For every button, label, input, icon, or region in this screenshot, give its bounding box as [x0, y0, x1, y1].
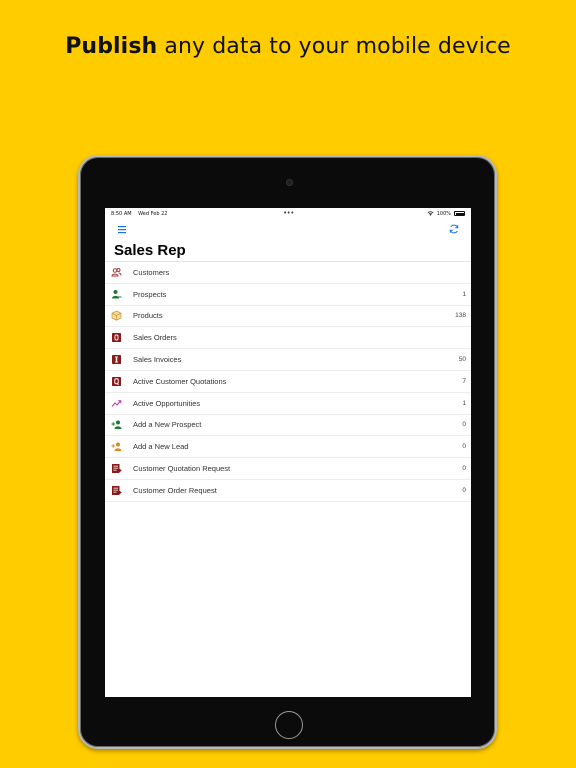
sales-order-icon [111, 332, 122, 343]
list-item-label: Add a New Lead [133, 442, 189, 452]
list-item-products[interactable]: Products 138 [105, 306, 471, 328]
menu-icon[interactable] [117, 225, 127, 234]
list-item-label: Sales Orders [133, 333, 177, 343]
list-item-active-customer-quotations[interactable]: Active Customer Quotations 7 [105, 371, 471, 393]
list-item-label: Customers [133, 267, 170, 277]
invoice-icon [111, 354, 122, 365]
headline: Publish any data to your mobile device [0, 34, 576, 59]
status-date: Wed Feb 22 [138, 210, 168, 217]
refresh-icon[interactable] [448, 223, 460, 235]
list-item-count: 0 [462, 486, 466, 494]
list-item-label: Sales Invoices [133, 355, 182, 365]
headline-bold: Publish [65, 34, 158, 59]
list-item-count: 7 [462, 377, 466, 385]
multitask-dots-icon[interactable]: ••• [283, 209, 294, 217]
list-item-label: Add a New Prospect [133, 420, 202, 430]
list-item-count: 1 [462, 290, 466, 298]
list-item-count: 50 [458, 356, 466, 364]
status-time: 8:50 AM [111, 210, 132, 217]
battery-percent: 100% [436, 210, 451, 217]
camera [286, 179, 293, 186]
list-item-count: 138 [455, 312, 466, 320]
list-item-label: Products [133, 311, 163, 321]
quotation-request-icon [111, 463, 122, 474]
list-item-label: Prospects [133, 289, 167, 299]
battery-icon [454, 211, 465, 216]
list-item-sales-orders[interactable]: Sales Orders [105, 327, 471, 350]
list-item-prospects[interactable]: Prospects 1 [105, 284, 471, 306]
app-screen: 8:50 AM Wed Feb 22 ••• 100% Sales Rep Cu… [105, 208, 471, 697]
tablet-frame: 8:50 AM Wed Feb 22 ••• 100% Sales Rep Cu… [78, 155, 497, 749]
list-item-customer-order-request[interactable]: Customer Order Request 0 [105, 480, 471, 502]
list-item-count: 0 [462, 421, 466, 429]
customers-icon [111, 267, 122, 278]
list-item-label: Active Opportunities [133, 398, 201, 408]
list-item-count: 0 [462, 465, 466, 473]
list-item-count: 0 [462, 443, 466, 451]
list-item-label: Active Customer Quotations [133, 376, 227, 386]
add-prospect-icon [111, 419, 122, 430]
menu-list: Customers Prospects 1 Products 138 Sales… [105, 262, 471, 502]
prospect-icon [111, 289, 122, 300]
list-item-add-new-lead[interactable]: Add a New Lead 0 [105, 436, 471, 459]
trend-icon [111, 398, 122, 409]
page-title: Sales Rep [105, 239, 471, 262]
list-item-count: 1 [462, 399, 466, 407]
list-item-customer-quotation-request[interactable]: Customer Quotation Request 0 [105, 458, 471, 480]
list-item-active-opportunities[interactable]: Active Opportunities 1 [105, 393, 471, 415]
list-item-label: Customer Order Request [133, 485, 217, 495]
home-button[interactable] [275, 711, 303, 739]
list-item-add-new-prospect[interactable]: Add a New Prospect 0 [105, 415, 471, 437]
wifi-icon [427, 211, 434, 216]
product-box-icon [111, 310, 122, 322]
headline-rest: any data to your mobile device [157, 34, 511, 59]
order-request-icon [111, 485, 122, 496]
add-lead-icon [111, 441, 122, 452]
quotation-icon [111, 376, 122, 387]
nav-bar [105, 219, 471, 239]
status-bar: 8:50 AM Wed Feb 22 ••• 100% [105, 208, 471, 219]
list-item-customers[interactable]: Customers [105, 262, 471, 284]
list-item-label: Customer Quotation Request [133, 464, 231, 474]
list-item-sales-invoices[interactable]: Sales Invoices 50 [105, 349, 471, 371]
